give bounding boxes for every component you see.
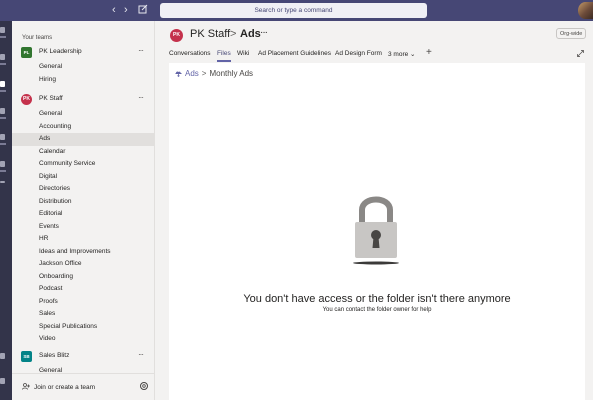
channel-item[interactable]: Accounting bbox=[12, 121, 155, 134]
tab-more[interactable]: 3 more ⌄ bbox=[388, 50, 415, 58]
cloud-folder-icon bbox=[175, 71, 182, 77]
files-content: Ads > Monthly Ads You don't have access or… bbox=[169, 63, 585, 400]
tab-ad-placement-guidelines[interactable]: Ad Placement Guidelines bbox=[258, 50, 331, 57]
calls-icon[interactable] bbox=[0, 134, 5, 140]
rail-label bbox=[0, 90, 6, 92]
channel-item[interactable]: Proofs bbox=[12, 296, 155, 309]
path-separator: > bbox=[201, 69, 207, 78]
rail-label bbox=[0, 170, 6, 172]
channel-item[interactable]: General bbox=[12, 61, 155, 74]
tab-conversations[interactable]: Conversations bbox=[169, 50, 211, 57]
more-options-icon[interactable]: ··· bbox=[138, 46, 144, 55]
rail-label bbox=[0, 36, 6, 38]
team-name: PK Leadership bbox=[39, 48, 82, 55]
rail-label bbox=[0, 143, 6, 145]
teams-panel: Your teams PL PK Leadership ··· General … bbox=[12, 21, 155, 400]
search-input[interactable]: Search or type a command bbox=[160, 3, 427, 18]
back-arrow-icon[interactable]: ‹ bbox=[112, 4, 116, 16]
tab-wiki[interactable]: Wiki bbox=[237, 50, 249, 57]
add-tab-button[interactable]: + bbox=[426, 47, 432, 58]
channel-item[interactable]: Video bbox=[12, 333, 155, 346]
channel-item[interactable]: Special Publications bbox=[12, 321, 155, 334]
more-options-icon[interactable]: ··· bbox=[138, 93, 144, 102]
channel-item[interactable]: Podcast bbox=[12, 283, 155, 296]
join-or-create-team-button[interactable]: Join or create a team bbox=[22, 383, 95, 391]
error-message-title: You don't have access or the folder isn'… bbox=[243, 293, 511, 305]
channel-item[interactable]: Hiring bbox=[12, 74, 155, 87]
people-add-icon bbox=[22, 383, 30, 390]
channel-item[interactable]: Directories bbox=[12, 183, 155, 196]
channel-item[interactable]: Events bbox=[12, 221, 155, 234]
channel-item[interactable]: HR bbox=[12, 233, 155, 246]
channel-item[interactable]: Digital bbox=[12, 171, 155, 184]
channel-item[interactable]: Calendar bbox=[12, 146, 155, 159]
title-bar: ‹ › Search or type a command bbox=[0, 0, 593, 21]
join-label: Join or create a team bbox=[34, 384, 96, 391]
settings-gear-icon[interactable] bbox=[139, 381, 149, 391]
teams-icon[interactable] bbox=[0, 81, 5, 87]
path-current: Monthly Ads bbox=[209, 69, 254, 78]
apps-icon[interactable] bbox=[0, 353, 5, 359]
channel-item[interactable]: Community Service bbox=[12, 158, 155, 171]
error-message-subtitle: You can contact the folder owner for hel… bbox=[322, 307, 432, 313]
channel-item-active[interactable]: Ads bbox=[12, 133, 155, 146]
more-icon[interactable] bbox=[0, 181, 5, 183]
team-avatar: SB bbox=[21, 351, 32, 362]
path-root-link[interactable]: Ads bbox=[185, 69, 199, 78]
team-pk-leadership[interactable]: PL PK Leadership ··· bbox=[12, 45, 155, 59]
team-sales-blitz[interactable]: SB Sales Blitz ··· bbox=[12, 349, 155, 363]
channel-item[interactable]: General bbox=[12, 108, 155, 121]
folder-breadcrumb: Ads > Monthly Ads bbox=[175, 69, 253, 78]
rail-label bbox=[0, 117, 6, 119]
channel-item[interactable]: Onboarding bbox=[12, 271, 155, 284]
compose-icon[interactable] bbox=[138, 4, 148, 14]
channel-more-options-icon[interactable]: ··· bbox=[260, 27, 268, 38]
team-avatar: PK bbox=[21, 94, 32, 105]
breadcrumb-channel: Ads bbox=[240, 28, 261, 40]
breadcrumb-separator: > bbox=[230, 28, 237, 40]
org-wide-badge: Org-wide bbox=[556, 28, 587, 39]
channel-item[interactable]: Ideas and Improvements bbox=[12, 246, 155, 259]
breadcrumb-team[interactable]: PK Staff bbox=[190, 28, 230, 40]
help-icon[interactable] bbox=[0, 378, 5, 384]
channel-item[interactable]: Jackson Office bbox=[12, 258, 155, 271]
user-avatar[interactable] bbox=[578, 2, 593, 19]
rail-label bbox=[0, 63, 6, 65]
channel-item[interactable]: General bbox=[12, 365, 155, 373]
lock-icon bbox=[353, 196, 399, 265]
divider bbox=[12, 373, 155, 374]
team-avatar: PL bbox=[21, 47, 32, 58]
chat-icon[interactable] bbox=[0, 54, 5, 60]
team-name: Sales Blitz bbox=[39, 352, 70, 359]
channel-item[interactable]: Sales bbox=[12, 308, 155, 321]
team-pk-staff[interactable]: PK PK Staff ··· bbox=[12, 92, 155, 106]
files-icon[interactable] bbox=[0, 161, 5, 167]
activity-icon[interactable] bbox=[0, 27, 5, 33]
panel-heading: Your teams bbox=[22, 35, 53, 41]
tab-files[interactable]: Files bbox=[217, 50, 231, 62]
channel-header: PK PK Staff > Ads ··· Org-wide Conversat… bbox=[155, 21, 593, 63]
channel-item[interactable]: Distribution bbox=[12, 196, 155, 209]
tab-ad-design-form[interactable]: Ad Design Form bbox=[335, 50, 382, 57]
calendar-icon[interactable] bbox=[0, 108, 5, 114]
more-options-icon[interactable]: ··· bbox=[138, 350, 144, 359]
expand-icon[interactable] bbox=[577, 50, 584, 57]
channel-item[interactable]: Editorial bbox=[12, 208, 155, 221]
team-name: PK Staff bbox=[39, 95, 63, 102]
app-rail bbox=[0, 21, 12, 400]
forward-arrow-icon[interactable]: › bbox=[124, 4, 128, 16]
team-logo: PK bbox=[170, 29, 183, 42]
